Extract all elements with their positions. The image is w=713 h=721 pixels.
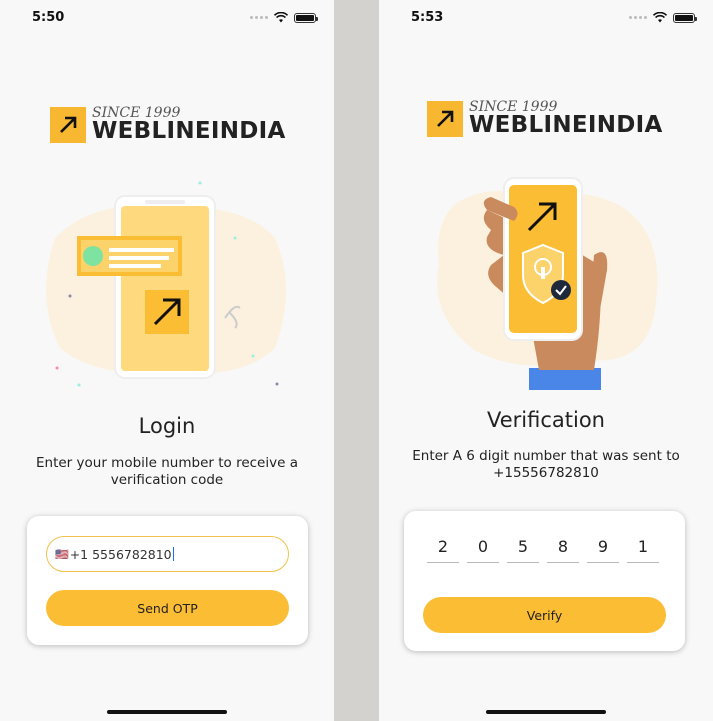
login-illustration	[46, 181, 286, 387]
page-title: Login	[138, 414, 196, 438]
phone-input[interactable]: 🇺🇸 +1 5556782810	[46, 536, 289, 572]
verify-button[interactable]: Verify	[423, 597, 666, 633]
verification-screen: 5:53 SINCE 1999 WEBLINEINDIA Verificatio…	[379, 0, 713, 721]
login-card: 🇺🇸 +1 5556782810 Send OTP	[27, 516, 308, 645]
send-otp-button[interactable]: Send OTP	[46, 590, 289, 626]
status-time: 5:53	[411, 10, 444, 25]
verification-illustration	[437, 177, 658, 390]
logo-brand: WEBLINEINDIA	[469, 112, 663, 138]
battery-icon	[294, 12, 318, 23]
page-subtitle: Enter your mobile number to receive a ve…	[36, 455, 298, 488]
page-subtitle: Enter A 6 digit number that was sent to …	[399, 448, 693, 482]
home-indicator	[107, 710, 227, 714]
logo-brand: WEBLINEINDIA	[92, 118, 286, 144]
battery-icon	[673, 12, 697, 23]
otp-digit-3[interactable]: 5	[507, 531, 539, 563]
arrow-up-right-icon	[50, 106, 86, 143]
otp-digit-4[interactable]: 8	[547, 531, 579, 563]
subtitle-line-1: Enter A 6 digit number that was sent to	[412, 448, 680, 464]
signal-dots-icon	[629, 16, 647, 19]
otp-digit-1[interactable]: 2	[427, 531, 459, 563]
otp-digit-6[interactable]: 1	[627, 531, 659, 563]
otp-input-row: 2 0 5 8 9 1	[427, 531, 659, 563]
otp-digit-5[interactable]: 9	[587, 531, 619, 563]
text-caret	[172, 547, 174, 561]
arrow-up-right-icon	[427, 100, 463, 137]
signal-dots-icon	[250, 16, 268, 19]
phone-value: +1 5556782810	[69, 546, 172, 562]
wifi-icon	[274, 12, 288, 23]
brand-logo: SINCE 1999 WEBLINEINDIA	[50, 106, 286, 143]
status-bar: 5:50	[0, 0, 334, 36]
login-screen: 5:50 SINCE 1999 WEBLINEINDIA Login Enter…	[0, 0, 334, 721]
page-title: Verification	[487, 408, 605, 432]
brand-logo: SINCE 1999 WEBLINEINDIA	[427, 100, 663, 137]
us-flag-icon: 🇺🇸	[55, 547, 69, 561]
status-time: 5:50	[32, 10, 65, 25]
verification-card: 2 0 5 8 9 1 Verify	[404, 511, 685, 651]
status-bar: 5:53	[379, 0, 713, 36]
home-indicator	[486, 710, 606, 714]
subtitle-phone: +15556782810	[493, 465, 599, 481]
wifi-icon	[653, 12, 667, 23]
otp-digit-2[interactable]: 0	[467, 531, 499, 563]
